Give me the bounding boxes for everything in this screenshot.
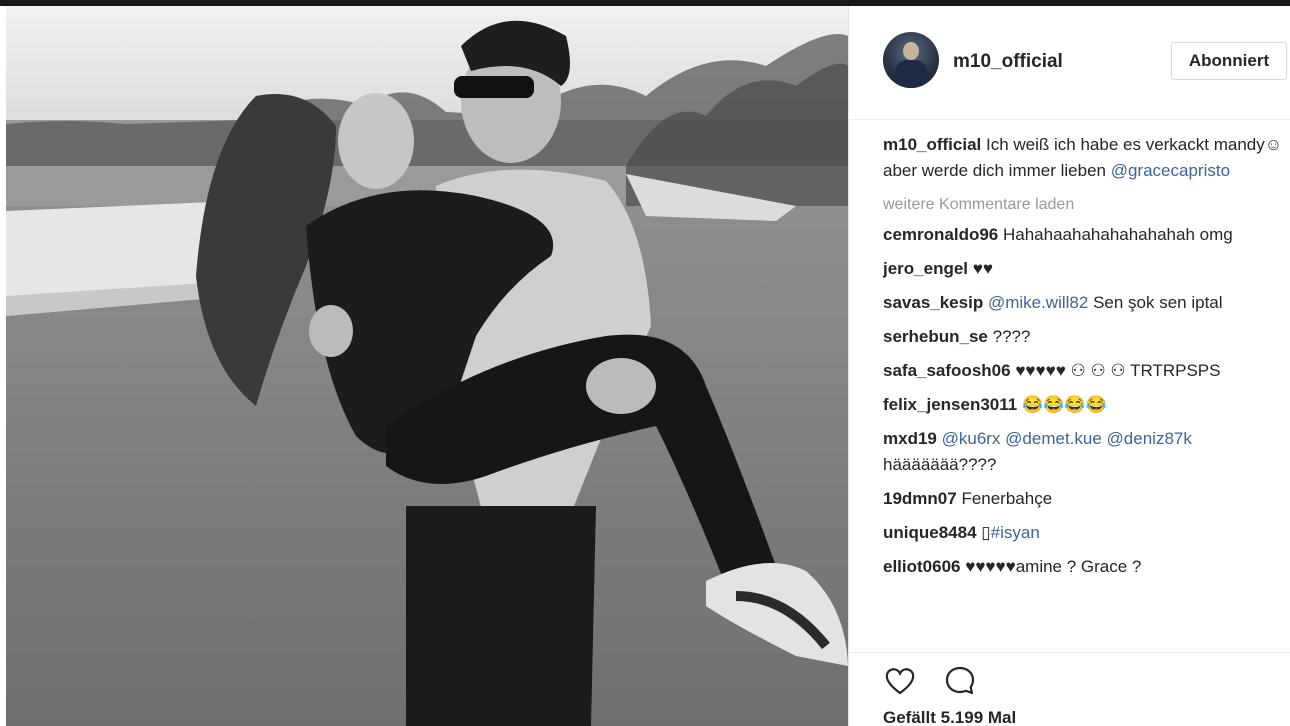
caption-mention[interactable]: @gracecapristo bbox=[1111, 161, 1230, 180]
heart-icon[interactable] bbox=[883, 664, 917, 698]
comment-mention[interactable]: @mike.will82 bbox=[988, 293, 1088, 312]
comment-username[interactable]: serhebun_se bbox=[883, 327, 988, 346]
author-avatar[interactable] bbox=[883, 32, 939, 88]
caption-username[interactable]: m10_official bbox=[883, 135, 981, 154]
comment-text: Sen şok sen iptal bbox=[1093, 293, 1223, 312]
comment-mention[interactable]: @deniz87k bbox=[1107, 429, 1192, 448]
comment-text: ♥♥♥♥♥ ⚇ ⚇ ⚇ TRTRPSPS bbox=[1015, 361, 1221, 380]
post-header: m10_official Abonniert bbox=[849, 6, 1290, 120]
post-photo[interactable] bbox=[6, 6, 848, 726]
comment-item: serhebun_se ???? bbox=[883, 324, 1283, 350]
photo-illustration bbox=[6, 6, 848, 726]
comment-item: mxd19 @ku6rx @demet.kue @deniz87k häääää… bbox=[883, 426, 1283, 478]
comment-username[interactable]: jero_engel bbox=[883, 259, 968, 278]
comment-username[interactable]: unique8484 bbox=[883, 523, 977, 542]
comment-text: ♥♥♥♥♥amine ? Grace ? bbox=[965, 557, 1142, 576]
comments-section: m10_official Ich weiß ich habe es verkac… bbox=[883, 132, 1283, 588]
post-sidebar: m10_official Abonniert m10_official Ich … bbox=[848, 6, 1290, 726]
comment-username[interactable]: safa_safoosh06 bbox=[883, 361, 1011, 380]
post-caption: m10_official Ich weiß ich habe es verkac… bbox=[883, 132, 1283, 184]
comment-username[interactable]: 19dmn07 bbox=[883, 489, 957, 508]
author-username[interactable]: m10_official bbox=[953, 51, 1063, 73]
comment-text: Hahahaahahahahahahah omg bbox=[1003, 225, 1233, 244]
comment-item: 19dmn07 Fenerbahçe bbox=[883, 486, 1283, 512]
comment-text: ♥♥ bbox=[972, 259, 993, 278]
comment-text: ▯ bbox=[981, 523, 991, 542]
actions-divider bbox=[849, 652, 1290, 653]
comment-hashtag[interactable]: #isyan bbox=[991, 523, 1040, 542]
avatar-head bbox=[903, 42, 919, 60]
comment-item: unique8484 ▯#isyan bbox=[883, 520, 1283, 546]
comment-username[interactable]: felix_jensen3011 bbox=[883, 395, 1017, 414]
comment-text: häääääää???? bbox=[883, 455, 997, 474]
comment-item: safa_safoosh06 ♥♥♥♥♥ ⚇ ⚇ ⚇ TRTRPSPS bbox=[883, 358, 1283, 384]
comment-username[interactable]: mxd19 bbox=[883, 429, 937, 448]
comment-username[interactable]: elliot0606 bbox=[883, 557, 961, 576]
comment-username[interactable]: cemronaldo96 bbox=[883, 225, 998, 244]
comment-mention[interactable]: @demet.kue bbox=[1005, 429, 1102, 448]
comment-icon[interactable] bbox=[943, 664, 977, 698]
follow-button[interactable]: Abonniert bbox=[1171, 42, 1287, 80]
comment-text: ???? bbox=[992, 327, 1031, 346]
comment-username[interactable]: savas_kesip bbox=[883, 293, 983, 312]
comment-mention[interactable]: @ku6rx bbox=[942, 429, 1001, 448]
load-more-comments-link[interactable]: weitere Kommentare laden bbox=[883, 192, 1283, 218]
comment-item: savas_kesip @mike.will82 Sen şok sen ipt… bbox=[883, 290, 1283, 316]
like-count[interactable]: Gefällt 5.199 Mal bbox=[883, 708, 1016, 726]
comment-item: cemronaldo96 Hahahaahahahahahahah omg bbox=[883, 222, 1283, 248]
comment-text: Fenerbahçe bbox=[961, 489, 1053, 508]
comment-item: elliot0606 ♥♥♥♥♥amine ? Grace ? bbox=[883, 554, 1283, 580]
post-actions bbox=[883, 664, 999, 698]
avatar-body bbox=[895, 60, 927, 88]
comment-item: jero_engel ♥♥ bbox=[883, 256, 1283, 282]
comment-item: felix_jensen3011 😂😂😂😂 bbox=[883, 392, 1283, 418]
comment-text: 😂😂😂😂 bbox=[1021, 395, 1107, 414]
